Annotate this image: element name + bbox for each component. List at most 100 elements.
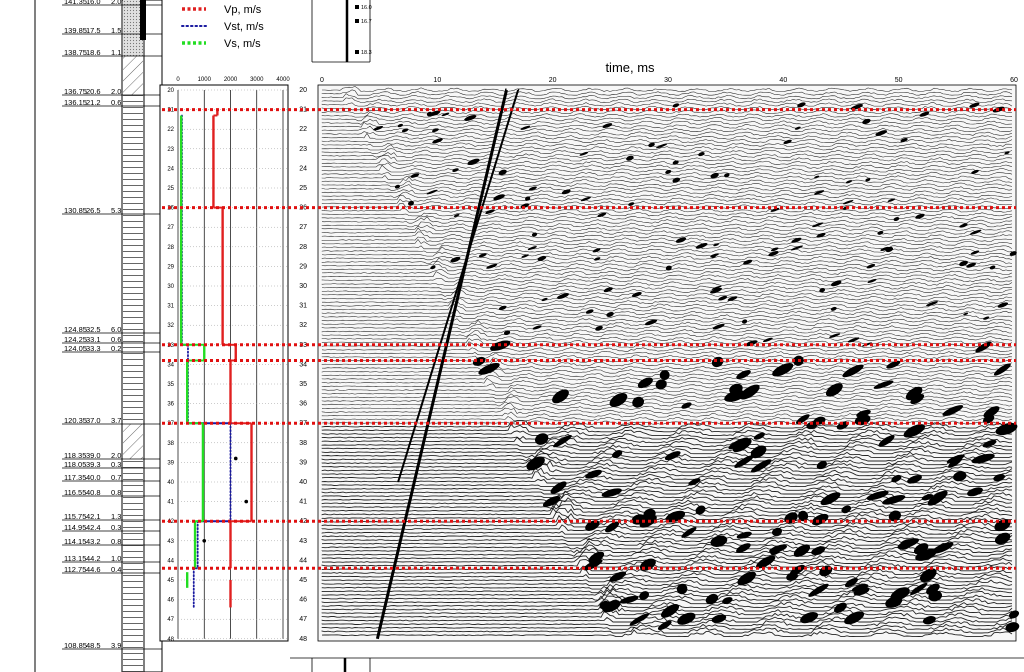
log-thickness: 1.0 — [111, 554, 121, 563]
log-elevation: 138.75 — [64, 48, 87, 57]
lithology-layer — [123, 352, 143, 424]
log-depth: 42.4 — [86, 523, 101, 532]
velocity-y-tick: 48 — [167, 637, 174, 643]
velocity-y-tick: 43 — [167, 539, 174, 545]
seismogram-x-tick: 0 — [320, 77, 324, 84]
seismogram-y-tick: 40 — [299, 479, 307, 486]
log-thickness: 2.0 — [111, 87, 121, 96]
log-thickness: 2.0 — [111, 451, 121, 460]
sampling-column — [143, 0, 163, 672]
top-inset: 16.0 16.7 18.3 — [311, 0, 372, 63]
seismogram-x-tick: 30 — [664, 77, 672, 84]
lithology-layer — [123, 468, 143, 481]
seismogram-x-tick: 20 — [549, 77, 557, 84]
log-depth: 17.5 — [86, 26, 101, 35]
seismogram-x-tick: 10 — [433, 77, 441, 84]
log-elevation: 114.15 — [64, 537, 86, 546]
velocity-y-tick: 44 — [167, 558, 174, 564]
log-thickness: 6.0 — [111, 325, 121, 334]
seismogram-y-tick: 44 — [299, 557, 307, 564]
seismogram-y-tick: 36 — [299, 401, 307, 408]
velocity-x-tick: 0 — [176, 77, 180, 83]
seismogram-panel: time, ms 0 10 20 30 40 50 60 20212223242526272… — [299, 60, 1020, 643]
log-elevation: 130.85 — [64, 206, 87, 215]
lithology-layer — [123, 545, 143, 562]
log-elevation: 136.75 — [64, 87, 87, 96]
velocity-y-tick: 46 — [167, 598, 174, 604]
inset-marker — [355, 5, 359, 9]
velocity-y-tick: 20 — [167, 88, 174, 94]
legend-label: Vs, m/s — [224, 38, 261, 50]
legend-label: Vp, m/s — [224, 4, 262, 16]
velocity-y-tick: 34 — [167, 362, 174, 368]
log-depth: 32.5 — [86, 325, 101, 334]
log-elevation: 136.15 — [64, 98, 87, 107]
seismogram-y-tick: 20 — [299, 87, 307, 94]
lithology-layer — [123, 481, 143, 496]
lithology-layer — [123, 520, 143, 531]
log-elevation: 118.05 — [64, 460, 86, 469]
seismogram-y-tick: 41 — [299, 499, 307, 506]
lithology-layer — [123, 95, 143, 106]
lithology-layer — [123, 531, 143, 545]
log-thickness: 0.7 — [111, 473, 121, 482]
log-depth: 44.2 — [86, 554, 101, 563]
figure: 141.35 16.0 2.0139.85 17.5 1.5138.75 18.6 1.11… — [34, 0, 1024, 672]
velocity-y-tick: 31 — [167, 304, 174, 310]
log-depth: 18.6 — [86, 48, 101, 57]
lithology-layer — [123, 573, 143, 649]
log-elevation: 112.75 — [64, 565, 86, 574]
lithology-layer — [123, 333, 143, 343]
log-depth: 20.6 — [86, 87, 101, 96]
log-depth: 37.0 — [86, 416, 101, 425]
log-elevation: 124.85 — [64, 325, 87, 334]
velocity-y-tick: 28 — [167, 245, 174, 251]
log-depth: 39.3 — [86, 460, 101, 469]
log-thickness: 1.3 — [111, 512, 121, 521]
inset-marker — [355, 50, 359, 54]
log-depth: 16.0 — [86, 0, 101, 6]
log-thickness: 0.6 — [111, 335, 121, 344]
seismogram-title: time, ms — [605, 60, 655, 75]
log-elevation: 114.95 — [64, 523, 86, 532]
lithology-layer — [123, 496, 143, 520]
seismogram-y-tick: 30 — [299, 283, 307, 290]
velocity-y-tick: 47 — [167, 617, 174, 623]
inset-label: 16.0 — [361, 5, 372, 11]
seismogram-x-tick: 40 — [779, 77, 787, 84]
lithology-layer — [123, 649, 143, 672]
seismogram-x-tick: 60 — [1010, 77, 1018, 84]
log-thickness: 3.9 — [111, 641, 121, 650]
log-depth: 21.2 — [86, 98, 101, 107]
velocity-y-tick: 36 — [167, 402, 174, 408]
log-thickness: 1.1 — [111, 48, 121, 57]
log-thickness: 0.8 — [111, 488, 121, 497]
log-elevation: 117.35 — [64, 473, 86, 482]
lithology-layer — [123, 424, 143, 459]
velocity-point — [233, 456, 238, 461]
lithology-layer — [123, 459, 143, 468]
seismogram-y-tick: 46 — [299, 597, 307, 604]
seismogram-y-tick: 24 — [299, 165, 307, 172]
velocity-y-tick: 35 — [167, 382, 174, 388]
velocity-y-tick: 22 — [167, 127, 174, 133]
log-thickness: 5.3 — [111, 206, 121, 215]
velocity-y-tick: 45 — [167, 578, 174, 584]
seismogram-y-tick: 22 — [299, 126, 307, 133]
log-thickness: 0.8 — [111, 537, 121, 546]
lithology-layer — [123, 343, 143, 352]
log-thickness: 0.4 — [111, 565, 121, 574]
bottom-strip — [290, 657, 1024, 672]
velocity-y-tick: 32 — [167, 323, 174, 329]
velocity-y-tick: 41 — [167, 500, 174, 506]
seismogram-y-tick: 47 — [299, 616, 307, 623]
velocity-y-tick: 24 — [167, 166, 174, 172]
log-depth: 26.5 — [86, 206, 101, 215]
seismogram-y-tick: 31 — [299, 303, 307, 310]
log-elevation: 116.55 — [64, 488, 86, 497]
log-thickness: 2.0 — [111, 0, 121, 6]
log-elevation: 120.35 — [64, 416, 87, 425]
seismogram-y-tick: 39 — [299, 459, 307, 466]
seismogram-y-tick: 29 — [299, 263, 307, 270]
log-elevation: 141.35 — [64, 0, 87, 6]
